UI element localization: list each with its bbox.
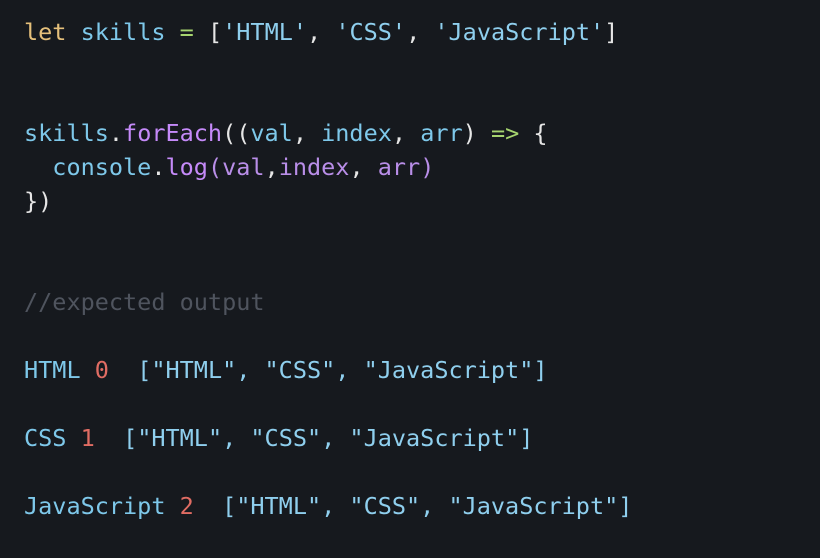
output-line: HTML 0 ["HTML", "CSS", "JavaScript"] <box>24 355 548 385</box>
arrow-operator: => <box>490 119 520 147</box>
string-css: 'CSS' <box>335 18 407 46</box>
output-value: JavaScript <box>24 492 166 520</box>
code-line-foreach: skills.forEach((val, index, arr) => { <box>24 118 548 148</box>
console-object: console <box>52 153 152 181</box>
foreach-method: forEach <box>123 119 223 147</box>
string-html: 'HTML' <box>222 18 308 46</box>
output-value: CSS <box>24 424 67 452</box>
output-array: ["HTML", "CSS", "JavaScript"] <box>123 424 534 452</box>
string-javascript: 'JavaScript' <box>434 18 605 46</box>
assign-operator: = <box>179 18 194 46</box>
output-line: CSS 1 ["HTML", "CSS", "JavaScript"] <box>24 423 533 453</box>
log-method: log <box>165 153 208 181</box>
array-open-bracket: [ <box>207 18 223 46</box>
close-paren: ) <box>420 153 435 181</box>
open-paren: ( <box>207 153 223 181</box>
skills-variable: skills <box>24 119 109 147</box>
param-arr: arr <box>420 119 463 147</box>
open-brace: { <box>533 119 548 147</box>
skills-variable: skills <box>80 18 166 46</box>
comma: , <box>349 153 378 181</box>
arg-arr: arr <box>377 153 421 181</box>
param-index: index <box>321 119 392 147</box>
dot: . <box>108 119 124 147</box>
comma: , <box>264 153 279 181</box>
open-paren: (( <box>222 119 251 147</box>
code-line-comment: //expected output <box>24 287 265 317</box>
comma: , <box>292 119 322 147</box>
arg-index: index <box>278 153 350 181</box>
comma: , <box>307 18 322 46</box>
output-value: HTML <box>24 356 81 384</box>
output-index: 2 <box>179 492 194 520</box>
output-line: JavaScript 2 ["HTML", "CSS", "JavaScript… <box>24 491 632 521</box>
closing-brace-paren: }) <box>24 187 53 215</box>
code-line-close: }) <box>24 186 52 216</box>
code-line-declaration: let skills = ['HTML', 'CSS', 'JavaScript… <box>24 17 618 47</box>
comma: , <box>406 18 421 46</box>
array-close-bracket: ] <box>604 18 619 46</box>
let-keyword: let <box>24 18 67 46</box>
code-line-console-log: console.log(val,index, arr) <box>24 152 434 182</box>
close-paren: ) <box>462 119 477 147</box>
arg-val: val <box>222 153 265 181</box>
output-array: ["HTML", "CSS", "JavaScript"] <box>137 356 548 384</box>
param-val: val <box>250 119 293 147</box>
code-editor: let skills = ['HTML', 'CSS', 'JavaScript… <box>0 0 820 558</box>
expected-output-comment: //expected output <box>24 288 265 316</box>
comma: , <box>391 119 421 147</box>
output-array: ["HTML", "CSS", "JavaScript"] <box>222 492 633 520</box>
output-index: 0 <box>94 356 109 384</box>
dot: . <box>151 153 166 181</box>
output-index: 1 <box>80 424 95 452</box>
